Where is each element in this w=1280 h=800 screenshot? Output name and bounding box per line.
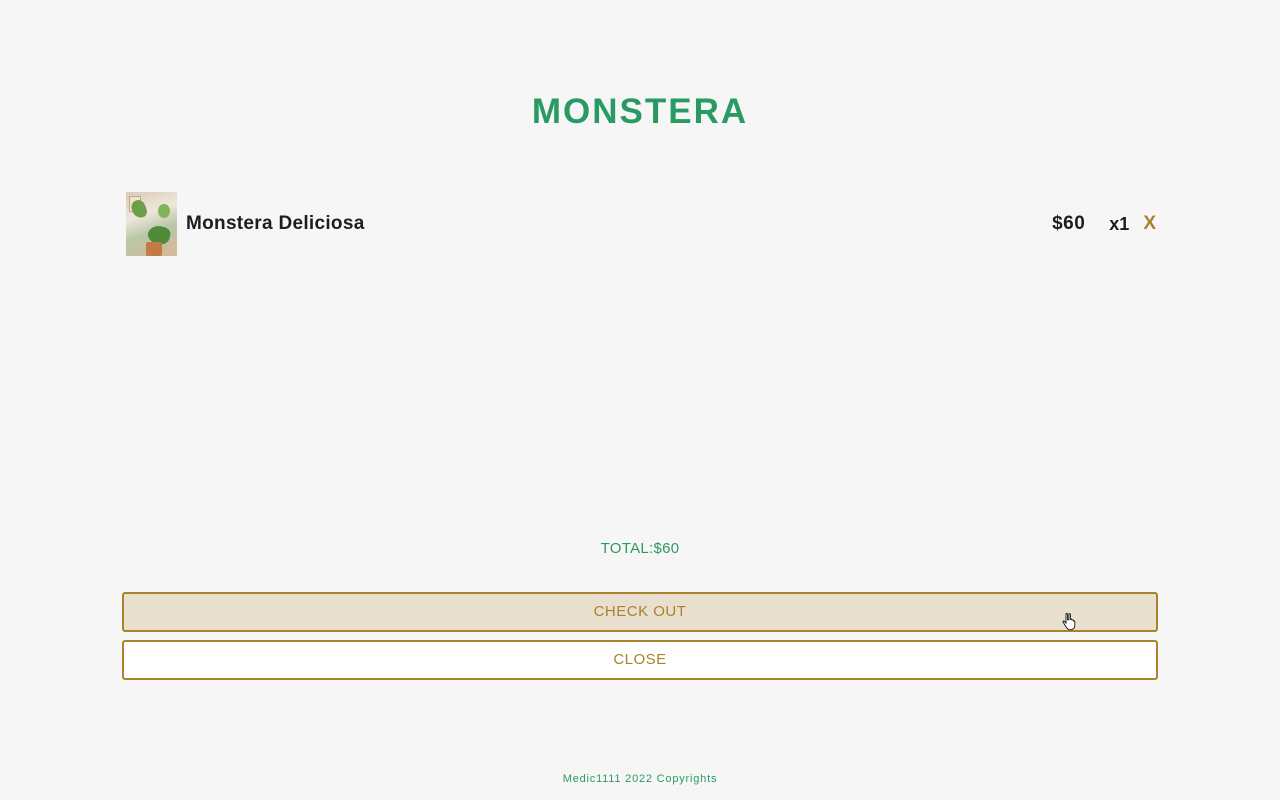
product-thumbnail (126, 192, 177, 256)
product-name: Monstera Deliciosa (186, 213, 365, 234)
footer-copyright: Medic1111 2022 Copyrights (562, 773, 718, 785)
remove-item-button[interactable]: X (1143, 213, 1156, 235)
close-button[interactable]: CLOSE (122, 640, 1158, 680)
cart-total: TOTAL:$60 (600, 540, 680, 557)
checkout-button[interactable]: CHECK OUT (122, 592, 1158, 632)
cart-page: MONSTERA Monstera Deliciosa $60 x1 X TOT… (0, 0, 1280, 800)
product-quantity: x1 (1109, 213, 1130, 234)
hand-cursor-icon (1062, 613, 1076, 631)
product-price: $60 (1052, 213, 1086, 234)
cart-item-row: Monstera Deliciosa $60 x1 X (126, 192, 1156, 256)
brand-title: MONSTERA (531, 92, 749, 131)
